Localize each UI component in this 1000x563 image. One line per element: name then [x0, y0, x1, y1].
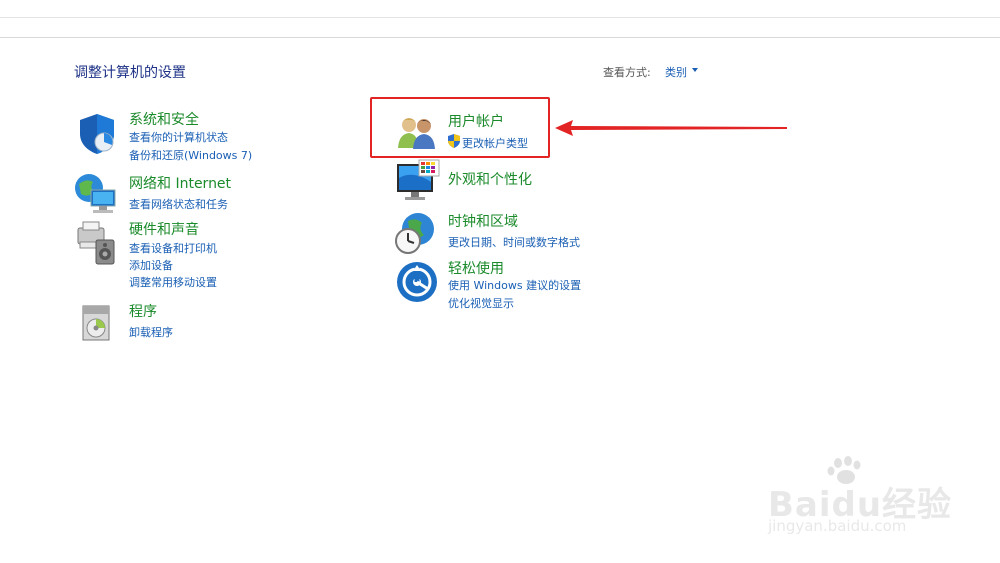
monitor-palette-icon[interactable]	[395, 158, 441, 208]
toolbar-divider	[0, 37, 1000, 38]
ease-of-access-icon[interactable]	[396, 261, 438, 307]
watermark-url: jingyan.baidu.com	[768, 517, 907, 535]
view-by-dropdown[interactable]: 类别	[665, 64, 687, 80]
link-uninstall-program[interactable]: 卸载程序	[129, 324, 173, 340]
category-hardware-sound[interactable]: 硬件和声音	[129, 219, 199, 239]
page-title: 调整计算机的设置	[74, 65, 186, 81]
printer-speaker-icon[interactable]	[74, 220, 120, 270]
category-clock-region[interactable]: 时钟和区域	[448, 211, 518, 231]
clock-globe-icon[interactable]	[394, 211, 436, 259]
link-mobility-settings[interactable]: 调整常用移动设置	[129, 274, 217, 290]
shield-icon[interactable]	[76, 112, 118, 160]
view-by-label: 查看方式:	[603, 66, 651, 79]
link-change-date-time-format[interactable]: 更改日期、时间或数字格式	[448, 234, 580, 250]
category-programs[interactable]: 程序	[129, 301, 157, 321]
link-backup-restore[interactable]: 备份和还原(Windows 7)	[129, 147, 252, 163]
category-system-security[interactable]: 系统和安全	[129, 109, 199, 129]
link-windows-suggested-settings[interactable]: 使用 Windows 建议的设置	[448, 277, 581, 293]
link-view-computer-status[interactable]: 查看你的计算机状态	[129, 129, 228, 145]
baidu-watermark: Baidu经验 jingyan.baidu.com	[764, 455, 951, 549]
category-ease-of-access[interactable]: 轻松使用	[448, 258, 504, 278]
address-bar-area	[0, 0, 1000, 18]
network-globe-icon[interactable]	[73, 172, 119, 218]
category-appearance[interactable]: 外观和个性化	[448, 169, 532, 189]
link-view-devices-printers[interactable]: 查看设备和打印机	[129, 240, 217, 256]
link-view-network-status[interactable]: 查看网络状态和任务	[129, 196, 228, 212]
link-add-device[interactable]: 添加设备	[129, 257, 173, 273]
category-network-internet[interactable]: 网络和 Internet	[129, 173, 231, 193]
highlight-box	[370, 97, 550, 158]
red-arrow-annotation	[553, 118, 789, 142]
link-optimize-visual-display[interactable]: 优化视觉显示	[448, 295, 514, 311]
programs-disc-icon[interactable]	[79, 302, 115, 348]
chevron-down-icon[interactable]	[692, 68, 698, 72]
